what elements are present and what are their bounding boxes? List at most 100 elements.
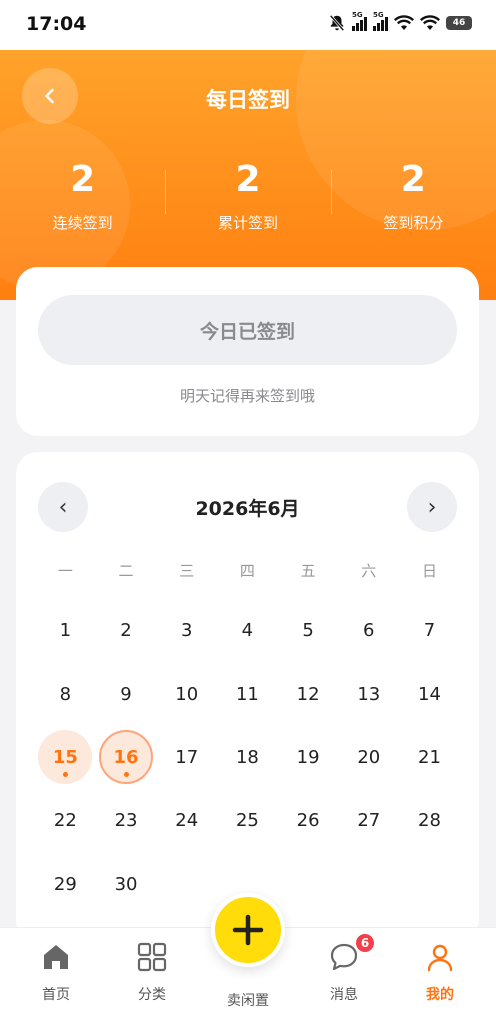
calendar-day[interactable]: 20	[338, 726, 399, 789]
nav-label: 我的	[426, 987, 454, 1003]
calendar-day[interactable]: 16	[96, 726, 157, 789]
calendar-week-row: 8 9 10 11 12 13 14	[35, 662, 460, 725]
day-number: 4	[241, 620, 254, 642]
calendar-day[interactable]: 28	[399, 789, 460, 852]
wifi-icon	[394, 15, 414, 30]
weekday-label: 三	[179, 562, 195, 580]
stat-label: 连续签到	[52, 214, 113, 232]
calendar-day[interactable]: 22	[35, 789, 96, 852]
calendar-day[interactable]: 17	[156, 726, 217, 789]
day-number: 16	[113, 746, 139, 768]
day-number: 15	[52, 746, 78, 768]
day-number: 30	[114, 873, 138, 895]
calendar-day[interactable]: 1	[35, 599, 96, 662]
calendar-day[interactable]: 18	[217, 726, 278, 789]
day-number: 24	[175, 810, 199, 832]
day-number: 23	[114, 810, 138, 832]
day-number: 27	[357, 810, 381, 832]
nav-label: 首页	[42, 987, 70, 1003]
day-number: 19	[296, 746, 320, 768]
day-number: 7	[423, 620, 436, 642]
calendar-grid: 一二三四五六日 1 2 3 4 5 6 7 8 9 10 11 12 13 14 15 16 17 18 19 20 21…	[35, 542, 460, 916]
day-number: 20	[357, 746, 381, 768]
calendar-day[interactable]: 12	[278, 662, 339, 725]
signal-icon: 5G	[373, 11, 388, 31]
sell-idle-label: 卖闲置	[227, 993, 269, 1009]
calendar-day[interactable]: 10	[156, 662, 217, 725]
weekday-label: 日	[421, 562, 437, 580]
weekday-label: 四	[239, 562, 255, 580]
day-number: 26	[296, 810, 320, 832]
calendar-day[interactable]: 2	[96, 599, 157, 662]
calendar-day[interactable]: 27	[338, 789, 399, 852]
stat-label: 签到积分	[383, 214, 444, 232]
stat-points: 2 签到积分	[330, 160, 496, 233]
stat-value: 2	[70, 159, 96, 200]
calendar-week-row: 1 2 3 4 5 6 7	[35, 599, 460, 662]
calendar-day[interactable]: 5	[278, 599, 339, 662]
calendar-day[interactable]: 23	[96, 789, 157, 852]
wifi-icon	[420, 15, 440, 30]
stat-consecutive: 2 连续签到	[0, 160, 165, 233]
calendar-day[interactable]: 24	[156, 789, 217, 852]
weekday-label: 五	[300, 562, 316, 580]
day-number: 13	[357, 683, 381, 705]
calendar-day[interactable]: 6	[338, 599, 399, 662]
sell-idle-button[interactable]	[211, 893, 285, 967]
calendar-day[interactable]: 9	[96, 662, 157, 725]
home-icon	[44, 945, 68, 969]
weekday-row: 一二三四五六日	[35, 542, 460, 599]
calendar-day[interactable]: 13	[338, 662, 399, 725]
bell-muted-icon	[329, 14, 345, 32]
day-number: 11	[235, 683, 259, 705]
calendar-day[interactable]: 25	[217, 789, 278, 852]
day-number: 21	[418, 746, 441, 768]
battery-icon: 46	[446, 16, 472, 30]
day-number: 5	[302, 620, 314, 642]
day-number: 9	[120, 683, 132, 705]
calendar-day[interactable]: 21	[399, 726, 460, 789]
day-number: 1	[59, 620, 72, 642]
next-month-button[interactable]: ›	[407, 482, 457, 532]
calendar-day[interactable]: 11	[217, 662, 278, 725]
nav-label: 分类	[138, 987, 166, 1003]
nav-item-mine[interactable]: 我的	[395, 928, 485, 1024]
day-number: 17	[175, 746, 199, 768]
calendar-day[interactable]: 15	[35, 726, 96, 789]
day-number: 6	[363, 620, 375, 642]
calendar-day[interactable]: 8	[35, 662, 96, 725]
stat-total: 2 累计签到	[165, 160, 330, 233]
day-number: 18	[235, 746, 259, 768]
checked-in-button[interactable]: 今日已签到	[38, 295, 457, 365]
checkin-card: 今日已签到 明天记得再来签到哦	[16, 267, 479, 436]
nav-item-home[interactable]: 首页	[11, 928, 101, 1024]
weekday-label: 二	[118, 562, 134, 580]
checkin-stats: 2 连续签到 2 累计签到 2 签到积分	[0, 160, 496, 233]
calendar-week-row: 15 16 17 18 19 20 21	[35, 726, 460, 789]
calendar-day[interactable]: 3	[156, 599, 217, 662]
checkin-header: 每日签到 2 连续签到 2 累计签到 2 签到积分	[0, 50, 496, 300]
nav-item-category[interactable]: 分类	[107, 928, 197, 1024]
weekday-label: 一	[57, 562, 73, 580]
day-number: 28	[418, 810, 441, 832]
user-icon	[427, 944, 453, 972]
calendar-day[interactable]: 4	[217, 599, 278, 662]
signal-icon: 5G	[352, 11, 367, 31]
weekday-label: 六	[361, 562, 377, 580]
day-number: 12	[296, 683, 320, 705]
nav-label: 消息	[330, 987, 358, 1003]
status-icons: 5G 5G 46	[328, 11, 472, 32]
calendar-day[interactable]: 19	[278, 726, 339, 789]
signal-label: 5G	[373, 11, 384, 19]
status-bar: 17:04 5G 5G 46	[0, 0, 496, 50]
checkin-tip: 明天记得再来签到哦	[179, 387, 315, 405]
signal-label: 5G	[352, 11, 363, 19]
calendar-day[interactable]: 7	[399, 599, 460, 662]
calendar-day[interactable]: 29	[35, 853, 96, 916]
grid-icon	[137, 942, 167, 972]
calendar-day[interactable]: 30	[96, 853, 157, 916]
calendar-day[interactable]: 14	[399, 662, 460, 725]
calendar-day[interactable]: 26	[278, 789, 339, 852]
day-number: 3	[180, 620, 193, 642]
day-number: 22	[53, 810, 77, 832]
